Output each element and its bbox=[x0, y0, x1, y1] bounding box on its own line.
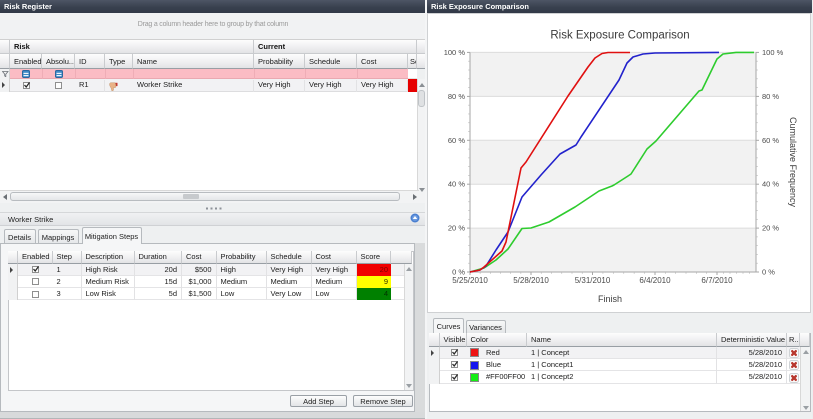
svg-text:5/25/2010: 5/25/2010 bbox=[452, 276, 488, 285]
svg-text:20 %: 20 % bbox=[448, 224, 465, 233]
svg-text:0 %: 0 % bbox=[762, 268, 775, 277]
svg-text:40 %: 40 % bbox=[762, 180, 779, 189]
svg-text:6/4/2010: 6/4/2010 bbox=[639, 276, 671, 285]
svg-text:Cumulative Frequency: Cumulative Frequency bbox=[788, 117, 798, 208]
svg-text:100 %: 100 % bbox=[444, 48, 466, 57]
svg-text:80 %: 80 % bbox=[762, 92, 779, 101]
svg-text:80 %: 80 % bbox=[448, 92, 465, 101]
svg-text:5/28/2010: 5/28/2010 bbox=[513, 276, 549, 285]
svg-text:6/7/2010: 6/7/2010 bbox=[701, 276, 733, 285]
svg-text:5/31/2010: 5/31/2010 bbox=[575, 276, 611, 285]
svg-text:60 %: 60 % bbox=[448, 136, 465, 145]
svg-text:20 %: 20 % bbox=[762, 224, 779, 233]
svg-text:60 %: 60 % bbox=[762, 136, 779, 145]
svg-text:Risk Exposure Comparison: Risk Exposure Comparison bbox=[550, 30, 689, 42]
svg-text:40 %: 40 % bbox=[448, 180, 465, 189]
svg-text:100 %: 100 % bbox=[762, 48, 784, 57]
svg-text:Finish: Finish bbox=[598, 294, 622, 304]
